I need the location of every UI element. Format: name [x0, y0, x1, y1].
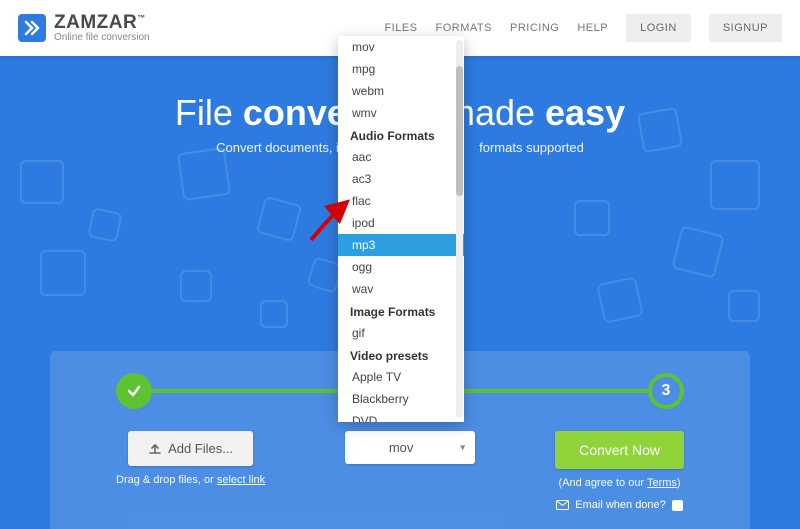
upload-icon [148, 442, 162, 456]
select-link[interactable]: select link [217, 474, 265, 486]
logo-icon [18, 14, 46, 42]
convert-button[interactable]: Convert Now [555, 431, 684, 469]
add-files-label: Add Files... [168, 441, 233, 456]
email-checkbox[interactable] [672, 500, 683, 511]
dropdown-option[interactable]: DVD [338, 410, 464, 422]
format-select-value: mov [389, 440, 414, 455]
dropdown-option[interactable]: wmv [338, 102, 464, 124]
format-select[interactable]: mov [345, 431, 475, 464]
dropdown-option[interactable]: mp3 [338, 234, 464, 256]
dropdown-group-header: Audio Formats [338, 124, 464, 146]
dropdown-group-header: Video presets [338, 344, 464, 366]
format-dropdown[interactable]: movmpgwebmwmvAudio Formatsaacac3flacipod… [338, 36, 464, 422]
dropdown-option[interactable]: gif [338, 322, 464, 344]
dropdown-option[interactable]: ogg [338, 256, 464, 278]
dropdown-option[interactable]: ipod [338, 212, 464, 234]
dropdown-option[interactable]: ac3 [338, 168, 464, 190]
signup-button[interactable]: SIGNUP [709, 14, 782, 42]
step-3: 3 [648, 373, 684, 409]
dropdown-option[interactable]: Apple TV [338, 366, 464, 388]
nav-formats[interactable]: FORMATS [436, 22, 492, 34]
drag-hint: Drag & drop files, or select link [116, 474, 265, 486]
dropdown-option[interactable]: mpg [338, 58, 464, 80]
nav-pricing[interactable]: PRICING [510, 22, 559, 34]
dropdown-option[interactable]: Blackberry [338, 388, 464, 410]
logo[interactable]: ZAMZAR™ Online file conversion [18, 13, 150, 43]
add-files-button[interactable]: Add Files... [128, 431, 253, 466]
dropdown-option[interactable]: wav [338, 278, 464, 300]
brand-name: ZAMZAR™ [54, 13, 150, 33]
terms-text: (And agree to our Terms) [558, 477, 680, 489]
dropdown-option[interactable]: mov [338, 36, 464, 58]
dropdown-option[interactable]: webm [338, 80, 464, 102]
dropdown-scrollbar-thumb[interactable] [456, 66, 463, 196]
email-label: Email when done? [575, 499, 666, 511]
dropdown-option[interactable]: aac [338, 146, 464, 168]
step-1-done [116, 373, 152, 409]
terms-link[interactable]: Terms [647, 477, 677, 489]
nav-help[interactable]: HELP [577, 22, 608, 34]
login-button[interactable]: LOGIN [626, 14, 691, 42]
dropdown-option[interactable]: flac [338, 190, 464, 212]
email-icon [556, 500, 569, 510]
dropdown-group-header: Image Formats [338, 300, 464, 322]
email-when-done: Email when done? [556, 499, 683, 511]
tagline: Online file conversion [54, 33, 150, 44]
nav-files[interactable]: FILES [384, 22, 417, 34]
